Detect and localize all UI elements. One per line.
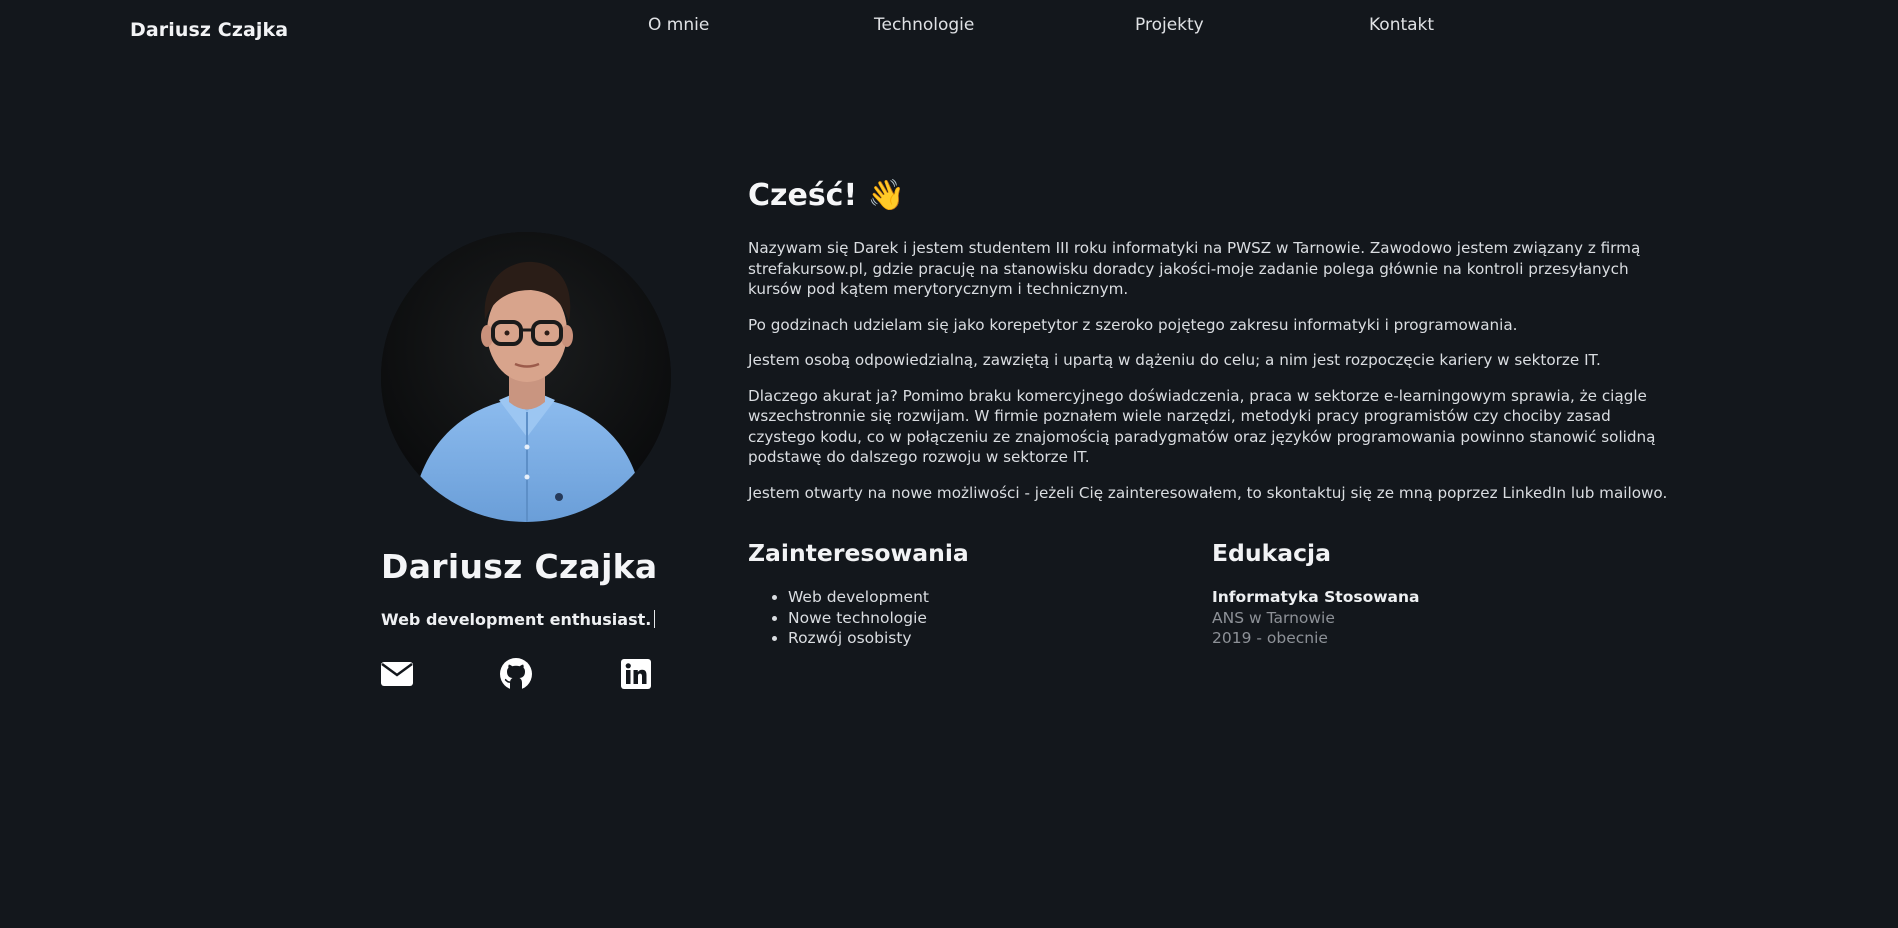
education-degree: Informatyka Stosowana [1212, 588, 1420, 606]
typing-cursor [654, 610, 656, 628]
interest-item: Rozwój osobisty [788, 628, 929, 649]
nav-link-kontakt[interactable]: Kontakt [1369, 15, 1434, 35]
portfolio-page: Dariusz Czajka O mnie Technologie Projek… [0, 0, 1898, 928]
interests-heading: Zainteresowania [748, 539, 969, 567]
interest-item: Nowe technologie [788, 608, 929, 629]
nav-link-o-mnie[interactable]: O mnie [648, 15, 709, 35]
profile-photo [381, 232, 671, 522]
about-text: Nazywam się Darek i jestem studentem III… [748, 238, 1678, 518]
profile-name: Dariusz Czajka [381, 547, 658, 586]
email-link[interactable] [381, 658, 413, 690]
brand-logo[interactable]: Dariusz Czajka [130, 19, 288, 41]
about-paragraph: Jestem osobą odpowiedzialną, zawziętą i … [748, 351, 1601, 369]
profile-tagline: Web development enthusiast. [381, 610, 656, 629]
greeting-heading: Cześć! 👋 [748, 178, 905, 213]
linkedin-link[interactable] [620, 658, 652, 690]
linkedin-icon [621, 659, 651, 689]
interests-list: Web development Nowe technologie Rozwój … [788, 587, 929, 649]
education-school: ANS w Tarnowie [1212, 608, 1335, 627]
about-paragraph: Nazywam się Darek i jestem studentem III… [748, 239, 1641, 298]
github-icon [500, 658, 532, 690]
about-paragraph: Jestem otwarty na nowe możliwości - jeże… [748, 483, 1668, 502]
about-paragraph: Po godzinach udzielam się jako korepetyt… [748, 315, 1518, 334]
education-years: 2019 - obecnie [1212, 629, 1328, 647]
education-entry: Informatyka Stosowana ANS w Tarnowie 201… [1212, 587, 1420, 649]
github-link[interactable] [500, 658, 532, 690]
navbar: Dariusz Czajka O mnie Technologie Projek… [0, 0, 1898, 60]
interest-item: Web development [788, 587, 929, 608]
nav-link-technologie[interactable]: Technologie [874, 15, 974, 35]
nav-link-projekty[interactable]: Projekty [1135, 15, 1204, 35]
tagline-text: Web development enthusiast. [381, 610, 652, 629]
education-heading: Edukacja [1212, 539, 1331, 567]
envelope-icon [381, 662, 413, 686]
about-paragraph: Dlaczego akurat ja? Pomimo braku komercy… [748, 386, 1656, 467]
